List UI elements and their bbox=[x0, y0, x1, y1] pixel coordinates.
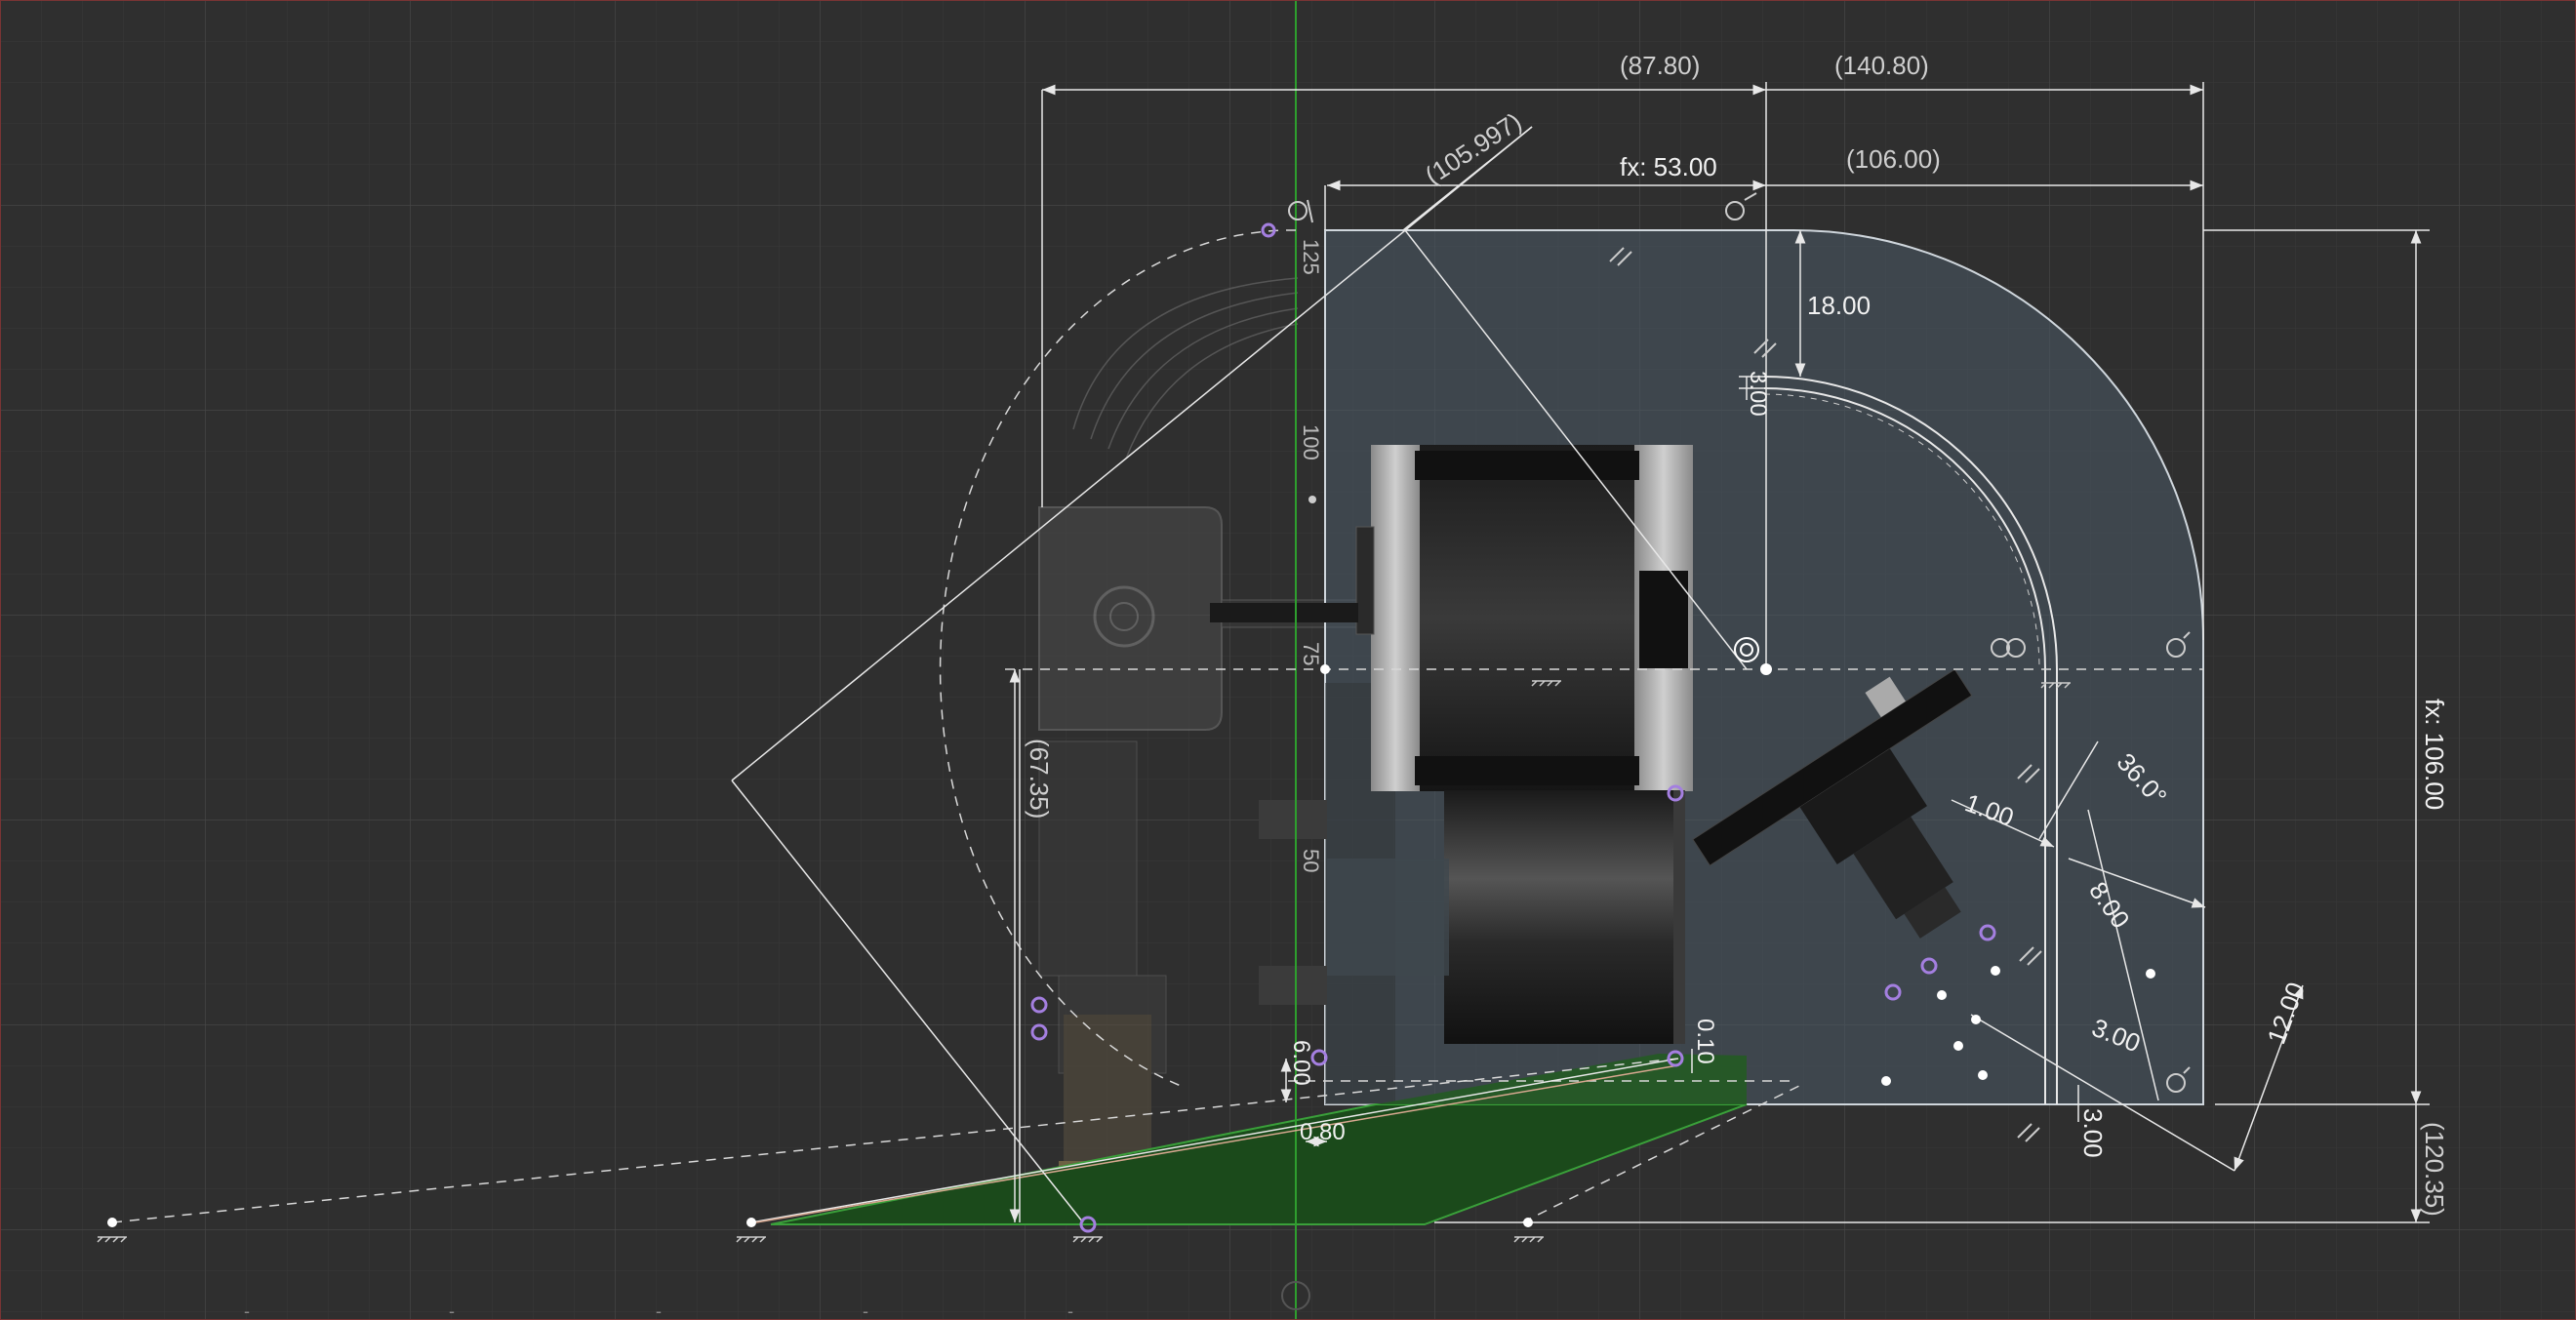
dim-fx-53[interactable]: fx: 53.00 bbox=[1620, 152, 1717, 181]
dim-120-35[interactable]: (120.35) bbox=[2420, 1122, 2449, 1217]
dim-3-00-bottom[interactable]: 3.00 bbox=[2078, 1108, 2108, 1158]
dim-106-00[interactable]: (106.00) bbox=[1846, 144, 1941, 174]
dim-3-00-top[interactable]: 3.00 bbox=[1745, 371, 1771, 417]
dim-0-10[interactable]: 0.10 bbox=[1692, 1019, 1718, 1064]
dim-18-00[interactable]: 18.00 bbox=[1807, 291, 1871, 320]
bottom-ruler-tick-3: - bbox=[656, 1301, 662, 1320]
bottom-ruler-tick-5: - bbox=[1067, 1301, 1073, 1320]
ruler-tick-100: 100 bbox=[1299, 424, 1323, 460]
bottom-ruler-tick-1: - bbox=[244, 1301, 250, 1320]
dim-0-80[interactable]: 0.80 bbox=[1300, 1119, 1346, 1145]
dim-67-35[interactable]: (67.35) bbox=[1025, 739, 1054, 819]
dim-6-00[interactable]: 6.00 bbox=[1288, 1040, 1314, 1086]
dim-fx-106[interactable]: fx: 106.00 bbox=[2420, 699, 2449, 810]
bottom-ruler-tick-2: - bbox=[449, 1301, 455, 1320]
dim-140-80[interactable]: (140.80) bbox=[1834, 51, 1929, 80]
ruler-tick-125: 125 bbox=[1299, 239, 1323, 275]
ruler-tick-75: 75 bbox=[1299, 642, 1323, 665]
sketch-canvas[interactable]: 125 100 75 50 - - - - - (87.80) (140.80)… bbox=[0, 0, 2576, 1320]
ruler-tick-50: 50 bbox=[1299, 849, 1323, 872]
bottom-ruler-tick-4: - bbox=[863, 1301, 868, 1320]
dim-87-80[interactable]: (87.80) bbox=[1620, 51, 1700, 80]
